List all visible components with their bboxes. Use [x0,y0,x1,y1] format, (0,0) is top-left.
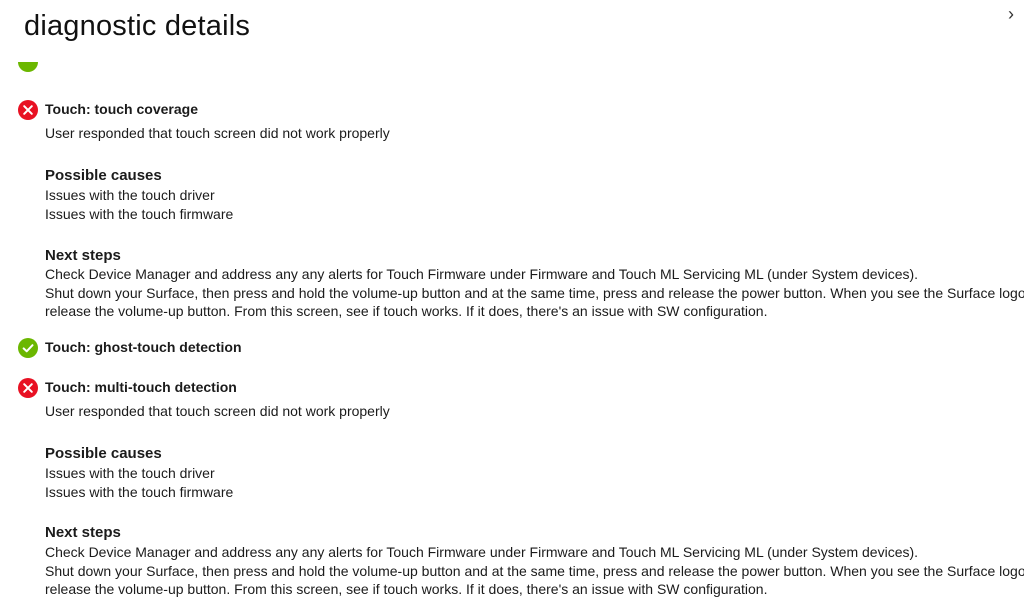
step-item: release the volume-up button. From this … [45,581,768,598]
next-steps-heading: Next steps [45,524,121,541]
result-title: Touch: multi-touch detection [45,379,237,395]
result-detail: User responded that touch screen did not… [45,125,390,141]
step-item: Shut down your Surface, then press and h… [45,562,1024,579]
result-detail: User responded that touch screen did not… [45,403,390,419]
possible-causes-list: Issues with the touch driver Issues with… [45,464,233,501]
error-circle-icon [18,378,38,398]
close-button[interactable]: › [1008,4,1024,24]
cause-item: Issues with the touch driver [45,465,215,481]
results-list[interactable]: Touch: touch coverage User responded tha… [0,62,1024,610]
page-title: diagnostic details [24,10,251,42]
step-item: Shut down your Surface, then press and h… [45,284,1024,301]
error-circle-icon [18,100,38,120]
step-item: Check Device Manager and address any any… [45,544,919,560]
next-steps-list: Check Device Manager and address any any… [45,265,1024,321]
step-item: release the volume-up button. From this … [45,303,768,320]
possible-causes-heading: Possible causes [45,167,162,184]
cause-item: Issues with the touch driver [45,187,215,203]
check-circle-icon [18,338,38,358]
possible-causes-list: Issues with the touch driver Issues with… [45,186,233,223]
next-steps-heading: Next steps [45,247,121,264]
cause-item: Issues with the touch firmware [45,483,234,500]
next-steps-list: Check Device Manager and address any any… [45,543,1024,599]
check-circle-icon [18,62,38,72]
result-title: Touch: touch coverage [45,101,198,117]
cause-item: Issues with the touch firmware [45,205,234,222]
result-title: Touch: ghost-touch detection [45,339,242,355]
step-item: Check Device Manager and address any any… [45,266,919,282]
possible-causes-heading: Possible causes [45,445,162,462]
